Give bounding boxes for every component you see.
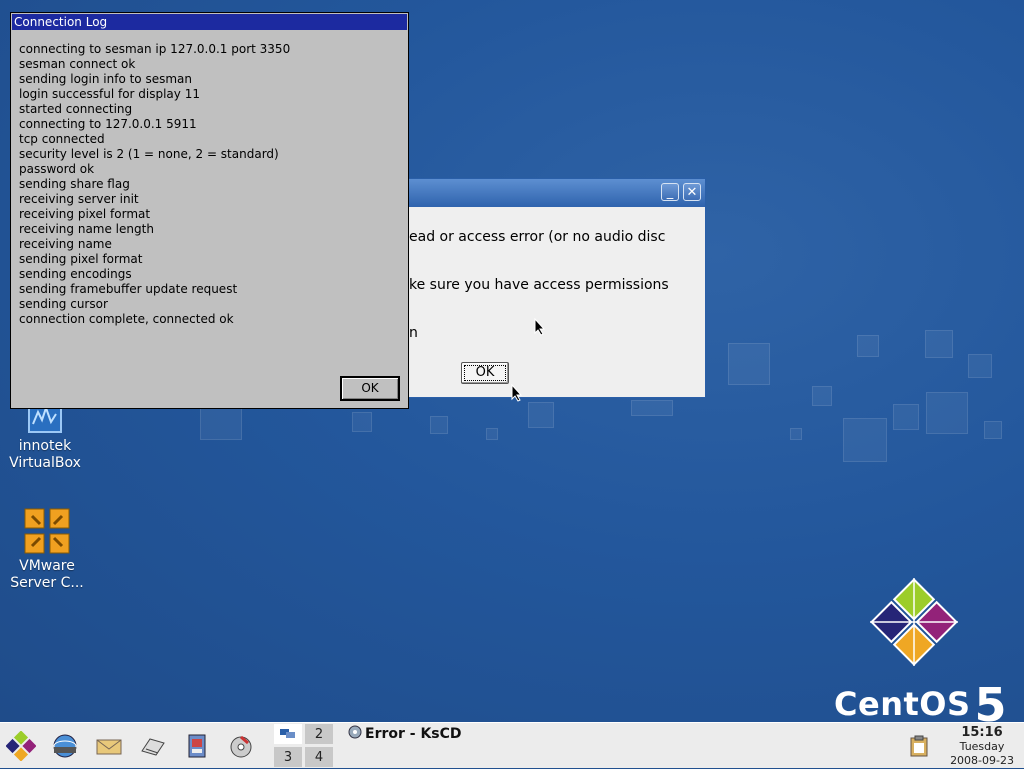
minimize-button[interactable]: _ bbox=[661, 183, 679, 201]
desktop-icon-virtualbox[interactable]: innotek VirtualBox bbox=[0, 397, 90, 472]
workspace-3[interactable]: 3 bbox=[273, 746, 303, 768]
mouse-cursor-icon bbox=[511, 384, 523, 402]
taskbar-task-kscd[interactable]: Error - KsCD bbox=[348, 725, 462, 742]
log-line: connection complete, connected ok bbox=[19, 312, 234, 326]
log-line: security level is 2 (1 = none, 2 = stand… bbox=[19, 147, 279, 161]
window-thumbnail-icon bbox=[280, 729, 295, 738]
close-icon: ✕ bbox=[686, 185, 698, 200]
decor-square bbox=[843, 418, 887, 462]
taskbar: 1 2 3 4 Error - KsCD 15:16 Tuesday 2008-… bbox=[0, 722, 1024, 768]
workspace-pager: 1 2 3 4 bbox=[273, 723, 335, 769]
log-line: sending share flag bbox=[19, 177, 130, 191]
mouse-cursor-icon bbox=[534, 318, 546, 336]
kscd-icon bbox=[348, 725, 362, 739]
brand-name: CentOS bbox=[834, 685, 971, 722]
workspace-1[interactable]: 1 bbox=[273, 723, 303, 745]
decor-square bbox=[968, 354, 992, 378]
log-line: sending login info to sesman bbox=[19, 72, 192, 86]
centos-logo bbox=[868, 576, 960, 668]
file-manager-icon[interactable] bbox=[138, 731, 168, 761]
decor-square bbox=[200, 408, 242, 440]
decor-square bbox=[893, 404, 919, 430]
decor-square bbox=[812, 386, 832, 406]
decor-square bbox=[926, 392, 968, 434]
decor-square bbox=[631, 400, 673, 416]
log-line: sesman connect ok bbox=[19, 57, 136, 71]
brand-version: 5 bbox=[974, 678, 1008, 722]
centos-brand: CentOS5 bbox=[834, 672, 1007, 722]
browser-icon[interactable] bbox=[50, 731, 80, 761]
desktop-icon-label: VMware bbox=[19, 558, 75, 574]
log-line: tcp connected bbox=[19, 132, 105, 146]
close-button[interactable]: ✕ bbox=[683, 183, 701, 201]
log-line: sending cursor bbox=[19, 297, 108, 311]
office-icon[interactable] bbox=[182, 731, 212, 761]
log-line: sending pixel format bbox=[19, 252, 143, 266]
desktop-icon-label: Server C... bbox=[10, 575, 84, 591]
decor-square bbox=[790, 428, 802, 440]
decor-square bbox=[925, 330, 953, 358]
log-line: password ok bbox=[19, 162, 95, 176]
log-line: receiving name length bbox=[19, 222, 154, 236]
decor-square bbox=[352, 412, 372, 432]
decor-square bbox=[528, 402, 554, 428]
log-line: sending framebuffer update request bbox=[19, 282, 238, 296]
connection-log-title[interactable]: Connection Log bbox=[11, 13, 408, 31]
connection-log-list: connecting to sesman ip 127.0.0.1 port 3… bbox=[19, 42, 290, 327]
dialog-ok-button[interactable]: OK bbox=[461, 362, 509, 384]
task-title: Error - KsCD bbox=[365, 726, 462, 742]
log-line: receiving pixel format bbox=[19, 207, 151, 221]
log-line: sending encodings bbox=[19, 267, 132, 281]
clock-date: 2008-09-23 bbox=[950, 754, 1014, 767]
decor-square bbox=[486, 428, 498, 440]
decor-square bbox=[857, 335, 879, 357]
log-ok-button[interactable]: OK bbox=[340, 376, 400, 401]
decor-square bbox=[430, 416, 448, 434]
log-line: receiving server init bbox=[19, 192, 139, 206]
log-line: started connecting bbox=[19, 102, 133, 116]
log-line: login successful for display 11 bbox=[19, 87, 200, 101]
kscd-dialog-titlebar[interactable]: _ ✕ bbox=[397, 179, 705, 207]
minimize-icon: _ bbox=[666, 185, 674, 200]
dialog-message-line: ke sure you have access permissions bbox=[409, 277, 669, 293]
workspace-4[interactable]: 4 bbox=[304, 746, 334, 768]
media-icon[interactable] bbox=[226, 731, 256, 761]
decor-square bbox=[728, 343, 770, 385]
log-line: receiving name bbox=[19, 237, 112, 251]
kscd-error-dialog: _ ✕ ead or access error (or no audio dis… bbox=[396, 178, 706, 398]
clock-day: Tuesday bbox=[959, 740, 1005, 753]
vmware-icon bbox=[24, 508, 70, 554]
log-line: connecting to sesman ip 127.0.0.1 port 3… bbox=[19, 42, 291, 56]
taskbar-clock[interactable]: 15:16 Tuesday 2008-09-23 bbox=[950, 725, 1014, 768]
connection-log-window: Connection Log connecting to sesman ip 1… bbox=[10, 12, 409, 409]
desktop-icon-label: VirtualBox bbox=[9, 455, 81, 471]
mail-icon[interactable] bbox=[94, 731, 124, 761]
decor-square bbox=[984, 421, 1002, 439]
desktop-icon-vmware[interactable]: VMware Server C... bbox=[2, 508, 92, 592]
start-menu-icon[interactable] bbox=[5, 730, 37, 762]
clock-time: 15:16 bbox=[961, 725, 1003, 740]
dialog-message-line: n bbox=[409, 325, 418, 341]
desktop-icon-label: innotek bbox=[18, 438, 72, 454]
dialog-message-line: ead or access error (or no audio disc bbox=[409, 229, 666, 245]
clipboard-icon[interactable] bbox=[908, 735, 930, 761]
desktop-background: innotek VirtualBox VMware Server C... Ce… bbox=[0, 0, 1024, 722]
workspace-2[interactable]: 2 bbox=[304, 723, 334, 745]
log-line: connecting to 127.0.0.1 5911 bbox=[19, 117, 197, 131]
